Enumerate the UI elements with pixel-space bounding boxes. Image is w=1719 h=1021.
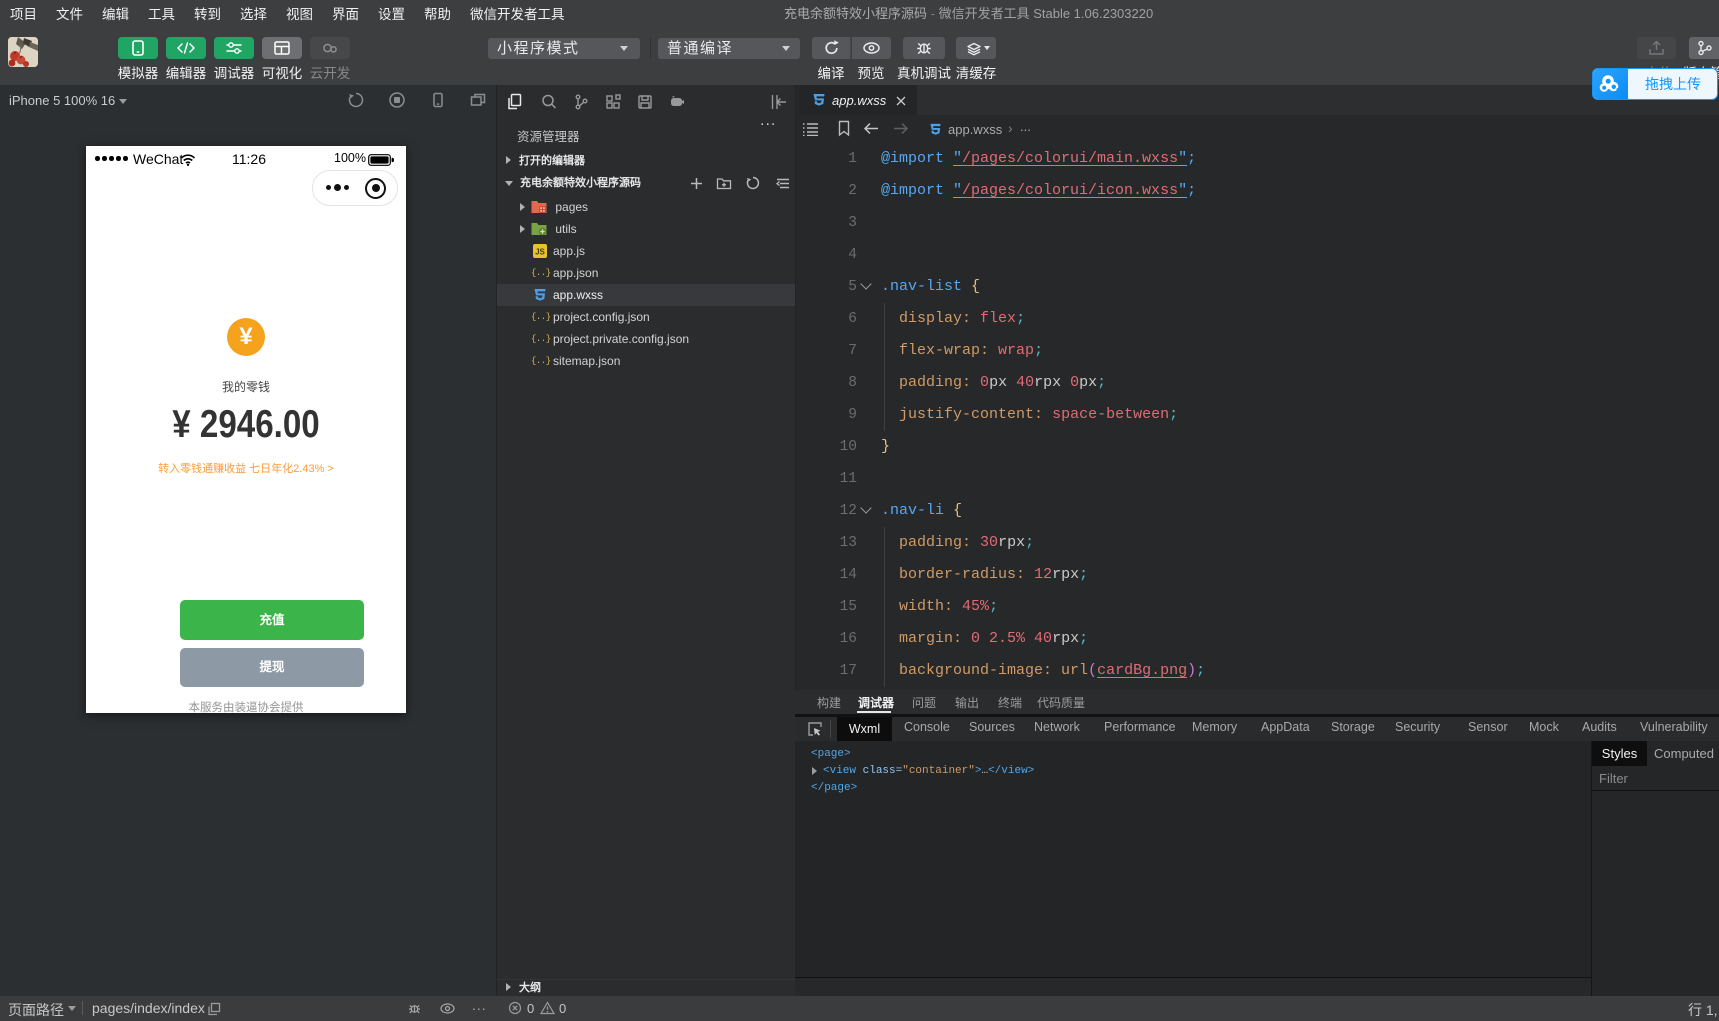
svg-text:JS: JS	[535, 248, 545, 257]
